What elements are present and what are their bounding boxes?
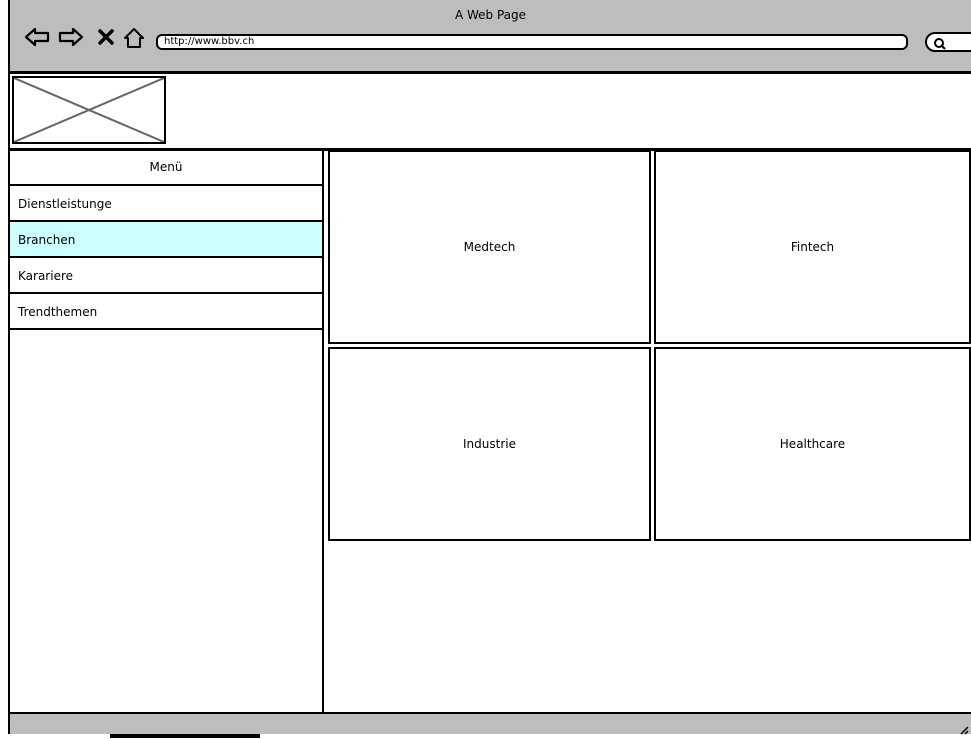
tile-fintech[interactable]: Fintech [654,150,971,344]
close-icon[interactable] [96,26,116,52]
sidebar-item-label: Karariere [18,269,74,283]
sidebar-item-label: Branchen [18,233,76,247]
search-field[interactable] [925,32,971,52]
home-icon[interactable] [122,26,146,54]
tile-label: Medtech [463,240,516,254]
sidebar-item-dienstleistungen[interactable]: Dienstleistunge [10,186,322,222]
horizontal-scrollbar[interactable] [110,734,260,738]
url-input[interactable]: http://www.bbv.ch [156,34,908,50]
image-placeholder-icon [14,78,164,142]
sidebar-item-branchen[interactable]: Branchen [10,222,322,258]
sidebar-item-label: Dienstleistunge [18,197,112,211]
sidebar-item-trendthemen[interactable]: Trendthemen [10,294,322,330]
tile-industrie[interactable]: Industrie [328,347,651,541]
tile-healthcare[interactable]: Healthcare [654,347,971,541]
logo-placeholder [12,76,166,144]
tile-medtech[interactable]: Medtech [328,150,651,344]
forward-arrow-icon[interactable] [58,26,84,52]
tile-label: Fintech [790,240,835,254]
sidebar-item-karriere[interactable]: Karariere [10,258,322,294]
sidebar-menu: Menü Dienstleistunge Branchen Karariere … [10,150,324,712]
menu-title: Menü [10,150,322,186]
tile-label: Industrie [463,437,516,451]
browser-chrome: A Web Page http://www.bbv.ch [8,0,971,74]
search-icon [933,36,947,55]
window-title: A Web Page [454,8,527,22]
back-arrow-icon[interactable] [24,26,50,52]
status-bar [8,712,971,738]
sidebar-item-label: Trendthemen [18,305,98,319]
tile-label: Healthcare [779,437,846,451]
resize-grip-icon[interactable] [959,720,969,739]
